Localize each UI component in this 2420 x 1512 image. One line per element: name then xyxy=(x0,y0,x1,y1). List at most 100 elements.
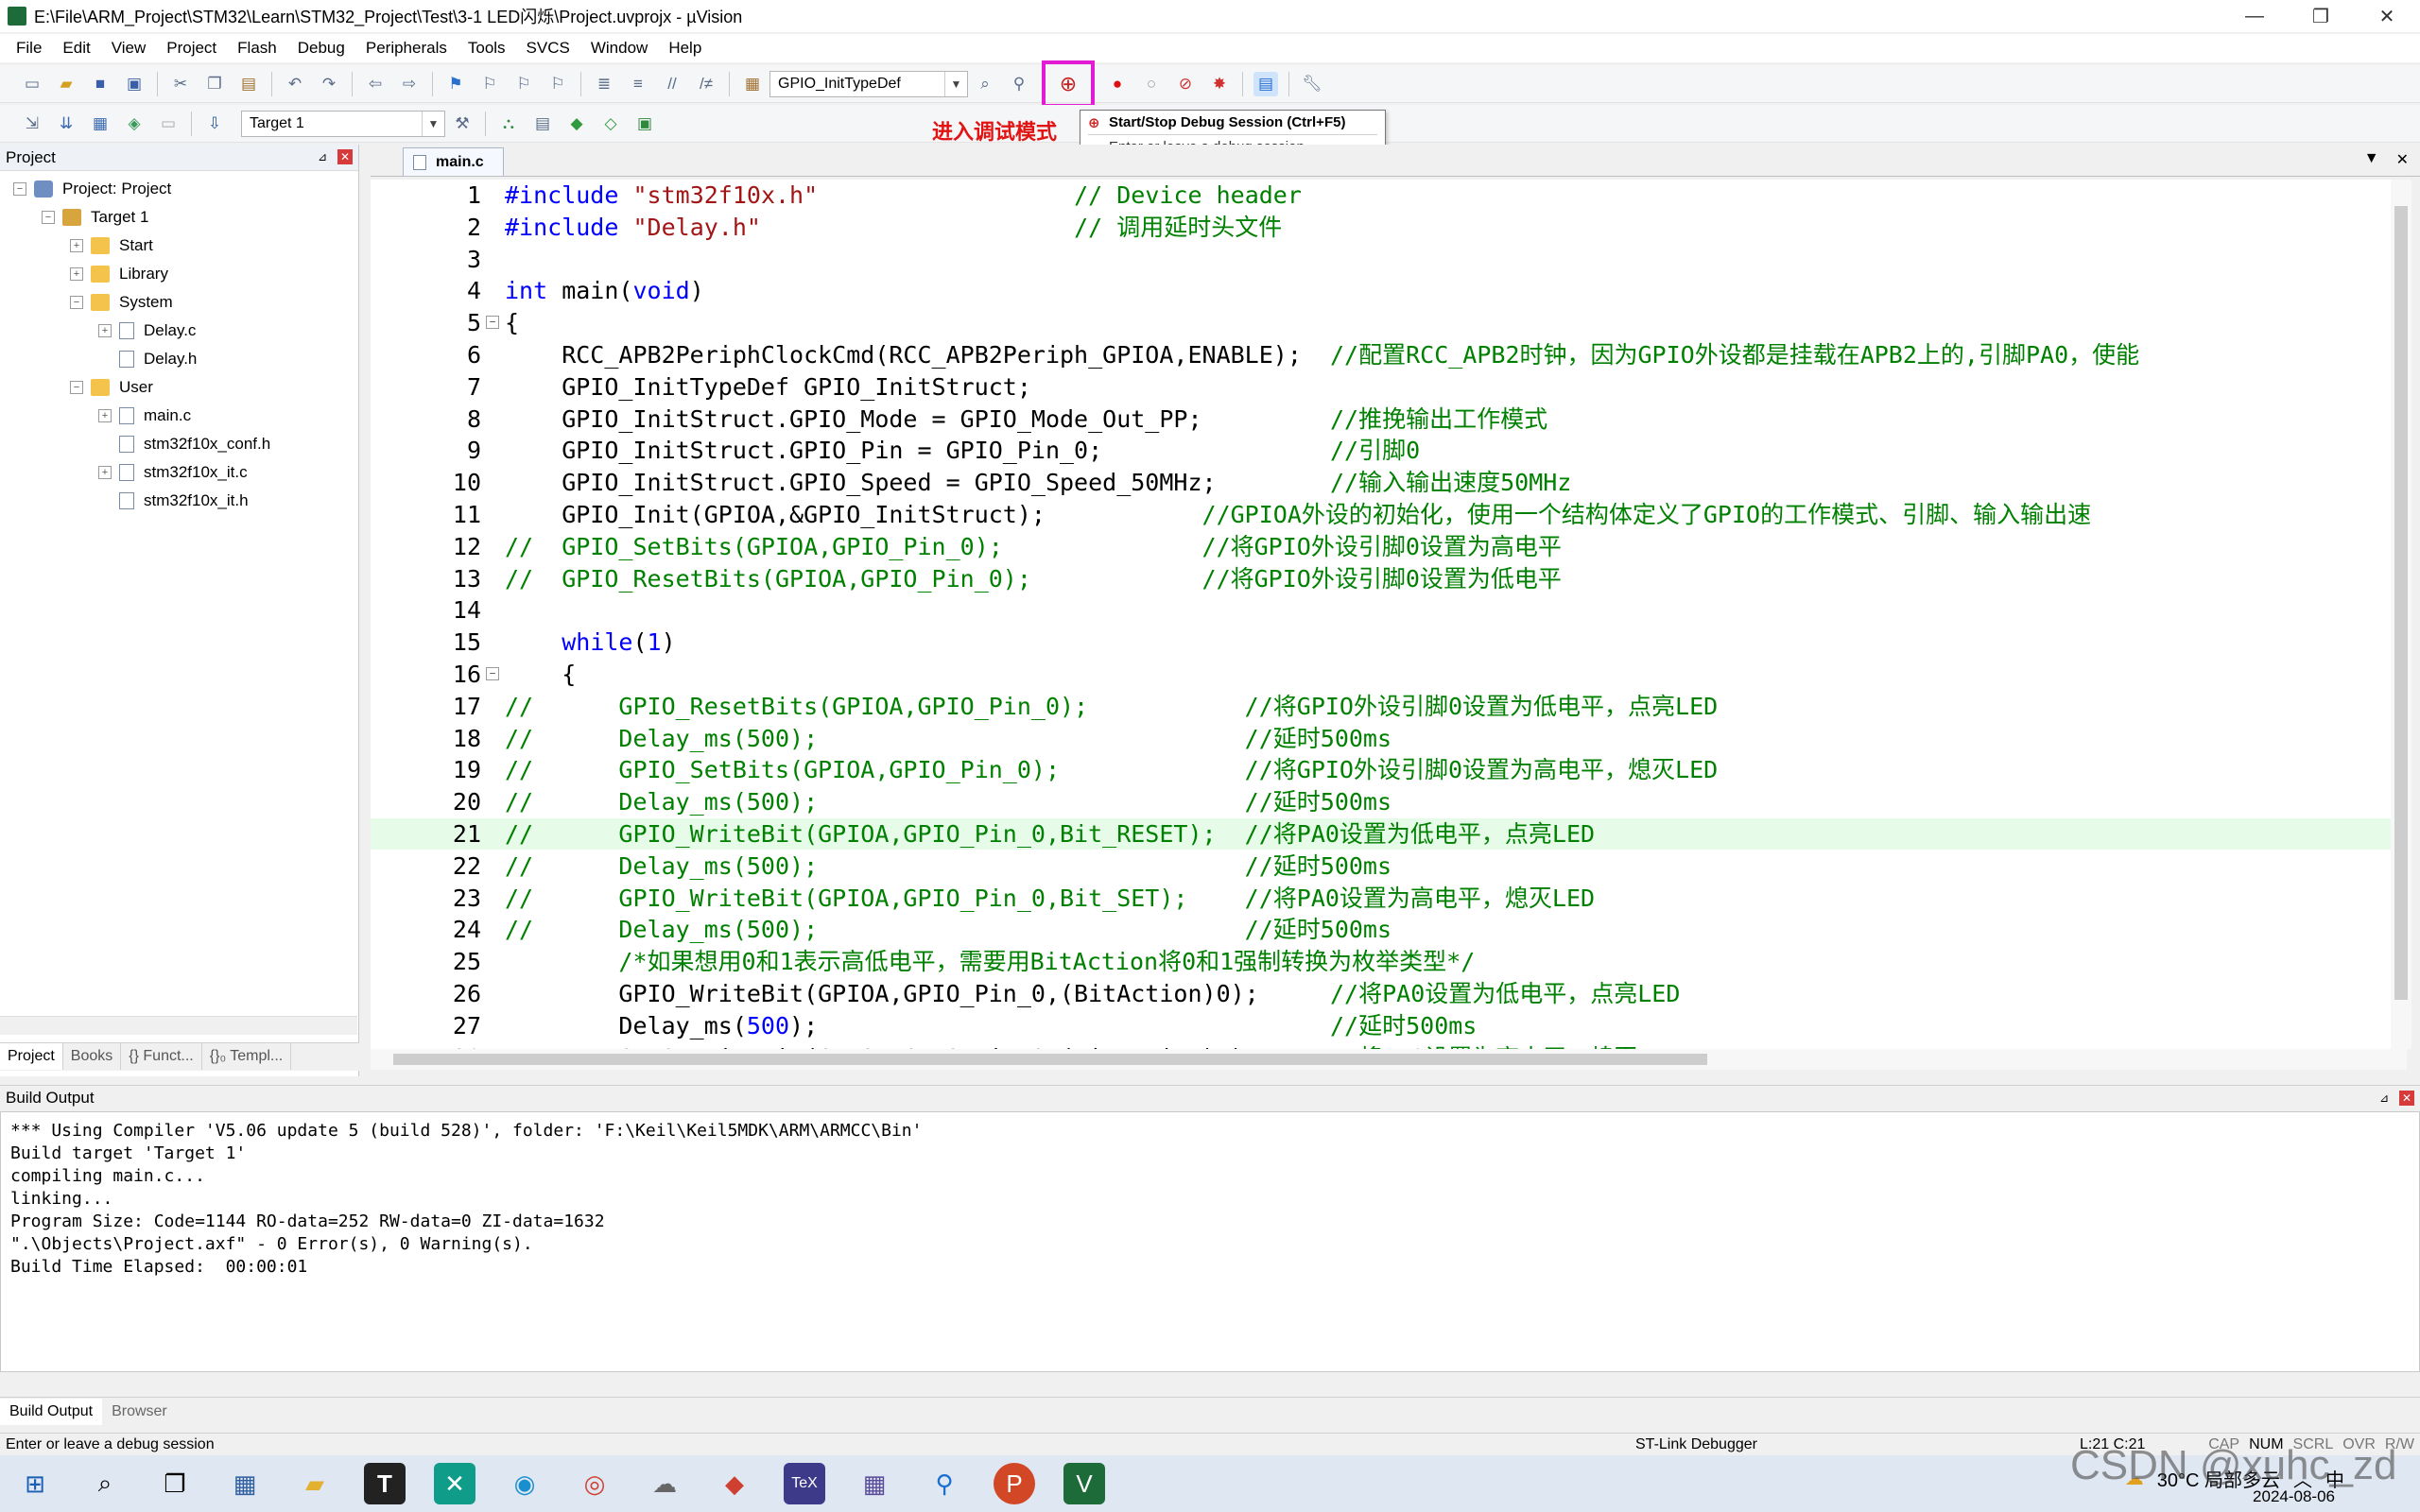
code-line[interactable]: 13 // GPIO_ResetBits(GPIOA,GPIO_Pin_0); /… xyxy=(371,563,2407,594)
menu-file[interactable]: File xyxy=(6,39,52,58)
typora-icon[interactable]: T xyxy=(364,1463,406,1504)
expand-icon[interactable]: + xyxy=(98,466,112,479)
code-line[interactable]: 4 int main(void) xyxy=(371,275,2407,306)
stop-build-icon[interactable]: ▭ xyxy=(156,112,181,136)
code-line[interactable]: 3 xyxy=(371,244,2407,275)
project-horizontal-scrollbar[interactable] xyxy=(0,1016,357,1035)
batch-build-icon[interactable]: ◈ xyxy=(122,112,147,136)
calculator-icon[interactable]: ▦ xyxy=(224,1463,266,1504)
code-line[interactable]: 10 GPIO_InitStruct.GPIO_Speed = GPIO_Spe… xyxy=(371,467,2407,498)
nav-back-icon[interactable]: ⇦ xyxy=(363,72,388,96)
code-line[interactable]: 25 /*如果想用0和1表示高低电平，需要用BitAction将0和1强制转换为… xyxy=(371,946,2407,977)
menu-help[interactable]: Help xyxy=(658,39,712,58)
task-view-icon[interactable]: ❐ xyxy=(154,1463,196,1504)
menu-flash[interactable]: Flash xyxy=(227,39,287,58)
tab-main-c[interactable]: main.c xyxy=(403,147,504,176)
tree-item[interactable]: stm32f10x_it.h xyxy=(0,487,358,515)
manage-project-items-icon[interactable]: ▤ xyxy=(530,112,555,136)
code-line[interactable]: 6 RCC_APB2PeriphClockCmd(RCC_APB2Periph_… xyxy=(371,339,2407,370)
expand-icon[interactable]: + xyxy=(98,324,112,337)
tab-browser[interactable]: Browser xyxy=(102,1399,177,1425)
undo-icon[interactable]: ↶ xyxy=(283,72,307,96)
keil-uvision-icon[interactable]: V xyxy=(1063,1463,1105,1504)
build-output-window[interactable]: *** Using Compiler 'V5.06 update 5 (buil… xyxy=(0,1111,2420,1372)
pin-icon[interactable]: ⊿ xyxy=(315,149,330,164)
tab-books[interactable]: Books xyxy=(63,1043,122,1070)
breakpoint-disable-all-icon[interactable]: ⊘ xyxy=(1173,72,1198,96)
menu-peripherals[interactable]: Peripherals xyxy=(355,39,458,58)
tab-build-output[interactable]: Build Output xyxy=(0,1398,103,1425)
incremental-find-icon[interactable]: ⚲ xyxy=(1007,72,1031,96)
select-packs-icon[interactable]: ◇ xyxy=(598,112,623,136)
scrollbar-thumb[interactable] xyxy=(393,1054,1707,1065)
minimize-button[interactable]: — xyxy=(2221,0,2288,32)
code-line[interactable]: 2 #include "Delay.h" // 调用延时头文件 xyxy=(371,212,2407,243)
pin-icon[interactable]: ⊿ xyxy=(2377,1091,2392,1106)
code-line[interactable]: 5−{ xyxy=(371,307,2407,338)
code-line[interactable]: 1 #include "stm32f10x.h" // Device header xyxy=(371,180,2407,211)
editor-vertical-scrollbar[interactable] xyxy=(2391,180,2411,1049)
chrome-browser-icon[interactable]: ◎ xyxy=(574,1463,615,1504)
windows-start-icon[interactable]: ⊞ xyxy=(14,1463,56,1504)
open-file-icon[interactable]: ▰ xyxy=(54,72,78,96)
close-button[interactable]: ✕ xyxy=(2354,0,2420,32)
editor-horizontal-scrollbar[interactable] xyxy=(371,1049,2407,1070)
expand-icon[interactable]: + xyxy=(70,267,83,281)
menu-tools[interactable]: Tools xyxy=(458,39,516,58)
tab-list-dropdown-icon[interactable]: ▼ xyxy=(2364,150,2379,169)
target-combo[interactable]: Target 1 ▼ xyxy=(241,110,445,137)
search-icon[interactable]: ⌕ xyxy=(84,1463,126,1504)
code-line[interactable]: 18 // Delay_ms(500); //延时500ms xyxy=(371,723,2407,754)
configure-wrench-icon[interactable]: 🔧︎ xyxy=(1300,72,1324,96)
taskbar-date[interactable]: 2024-08-06 xyxy=(2253,1487,2335,1506)
tab-project[interactable]: Project xyxy=(0,1043,63,1070)
copy-icon[interactable]: ❐ xyxy=(202,72,227,96)
tab-templates[interactable]: {}₀ Templ... xyxy=(202,1043,292,1070)
xmind-icon[interactable]: ✕ xyxy=(434,1463,475,1504)
menu-edit[interactable]: Edit xyxy=(52,39,100,58)
indent-icon[interactable]: ≣ xyxy=(592,72,616,96)
redo-icon[interactable]: ↷ xyxy=(317,72,341,96)
run-time-environment-icon[interactable]: ▣ xyxy=(632,112,657,136)
breakpoint-kill-all-icon[interactable]: ✸ xyxy=(1207,72,1232,96)
menu-window[interactable]: Window xyxy=(580,39,658,58)
debug-search-icon[interactable]: ⊕ xyxy=(1056,72,1080,96)
debug-session-button-highlight[interactable]: ⊕ xyxy=(1042,60,1095,108)
menu-view[interactable]: View xyxy=(101,39,157,58)
expand-icon[interactable]: + xyxy=(70,239,83,252)
find-in-files-icon[interactable]: ▦ xyxy=(740,72,765,96)
symbol-combo[interactable]: GPIO_InitTypeDef ▼ xyxy=(769,70,968,97)
code-line[interactable]: 16− { xyxy=(371,659,2407,690)
breakpoint-disable-icon[interactable]: ○ xyxy=(1139,72,1164,96)
code-line[interactable]: 20 // Delay_ms(500); //延时500ms xyxy=(371,786,2407,817)
tree-item[interactable]: stm32f10x_conf.h xyxy=(0,430,358,458)
app-search-icon[interactable]: ⚲ xyxy=(924,1463,965,1504)
powerpoint-icon[interactable]: P xyxy=(994,1463,1035,1504)
tab-functions[interactable]: {} Funct... xyxy=(121,1043,202,1070)
code-line[interactable]: 14 xyxy=(371,594,2407,626)
manage-components-icon[interactable]: ⛬ xyxy=(496,112,521,136)
menu-project[interactable]: Project xyxy=(156,39,227,58)
bookmark-next-icon[interactable]: ⚐ xyxy=(511,72,536,96)
code-line[interactable]: 7 GPIO_InitTypeDef GPIO_InitStruct; xyxy=(371,371,2407,403)
chevron-down-icon[interactable]: ▼ xyxy=(422,111,444,136)
tree-item[interactable]: Delay.h xyxy=(0,345,358,373)
code-line[interactable]: 11 GPIO_Init(GPIOA,&GPIO_InitStruct); //… xyxy=(371,499,2407,530)
nav-forward-icon[interactable]: ⇨ xyxy=(397,72,422,96)
rebuild-icon[interactable]: ▦ xyxy=(88,112,112,136)
translate-icon[interactable]: ⇲ xyxy=(20,112,44,136)
app-calendar-icon[interactable]: ▦ xyxy=(854,1463,895,1504)
close-icon[interactable]: ✕ xyxy=(2399,1091,2414,1106)
tree-item[interactable]: + Delay.c xyxy=(0,317,358,345)
code-line[interactable]: 8 GPIO_InitStruct.GPIO_Mode = GPIO_Mode_… xyxy=(371,404,2407,435)
code-line[interactable]: 17 // GPIO_ResetBits(GPIOA,GPIO_Pin_0); /… xyxy=(371,691,2407,722)
maximize-button[interactable]: ❐ xyxy=(2288,0,2354,32)
app-colorful-icon[interactable]: ◆ xyxy=(714,1463,755,1504)
code-line[interactable]: 28 GPIO_WriteBit(GPIOA,GPIO_Pin_0,(BitAc… xyxy=(371,1042,2407,1049)
bookmark-prev-icon[interactable]: ⚐ xyxy=(477,72,502,96)
tree-item[interactable]: + stm32f10x_it.c xyxy=(0,458,358,487)
file-explorer-icon[interactable]: ▰ xyxy=(294,1463,336,1504)
collapse-icon[interactable]: − xyxy=(70,381,83,394)
save-icon[interactable]: ■ xyxy=(88,72,112,96)
paste-icon[interactable]: ▤ xyxy=(236,72,261,96)
